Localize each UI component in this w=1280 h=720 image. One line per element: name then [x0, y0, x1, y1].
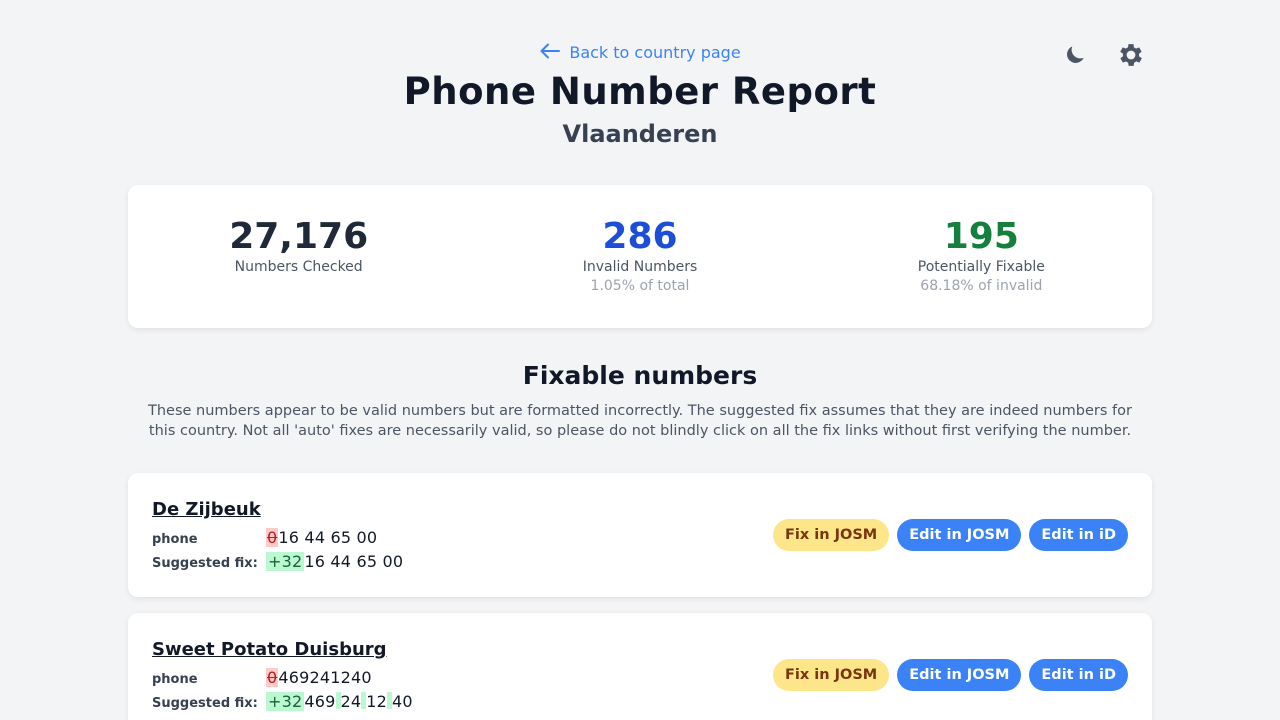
suggested-fix-row: Suggested fix: +32 469 24 12 40: [152, 692, 413, 711]
back-link-label: Back to country page: [569, 43, 741, 62]
edit-in-id-button[interactable]: Edit in iD: [1029, 519, 1128, 551]
item-actions: Fix in JOSM Edit in JOSM Edit in iD: [773, 519, 1128, 551]
stat-label: Potentially Fixable: [917, 259, 1045, 275]
phone-rest: 469241240: [278, 668, 372, 687]
suggested-fix-label: Suggested fix:: [152, 696, 258, 711]
back-to-country-link[interactable]: Back to country page: [0, 42, 1280, 63]
stat-sublabel: 68.18% of invalid: [920, 278, 1043, 294]
removed-part: 0: [266, 668, 279, 687]
section-title: Fixable numbers: [522, 361, 758, 390]
phone-row: phone 0469241240: [152, 668, 372, 687]
stat-value: 286: [602, 216, 678, 257]
stats-card: 27,176 Numbers Checked 286 Invalid Numbe…: [128, 185, 1152, 328]
stat-label: Numbers Checked: [234, 259, 363, 275]
stat-sublabel: 1.05% of total: [590, 278, 690, 294]
suggested-fix-value: +32 16 44 65 00: [266, 552, 403, 571]
fix-part: 12: [366, 692, 388, 711]
added-part: +32: [266, 552, 305, 571]
edit-in-id-button[interactable]: Edit in iD: [1029, 659, 1128, 691]
page-title: Phone Number Report: [403, 70, 877, 113]
region-subtitle: Vlaanderen: [562, 120, 718, 148]
item-name-link[interactable]: De Zijbeuk: [152, 499, 261, 520]
fix-in-josm-button[interactable]: Fix in JOSM: [773, 659, 890, 691]
stat-numbers-checked: 27,176 Numbers Checked: [128, 185, 469, 328]
stat-potentially-fixable: 195 Potentially Fixable 68.18% of invali…: [811, 185, 1152, 328]
fixable-item-card: De Zijbeuk phone 016 44 65 00 Suggested …: [128, 473, 1152, 597]
phone-label: phone: [152, 532, 198, 547]
fix-rest: 16 44 65 00: [304, 552, 404, 571]
stat-value: 27,176: [229, 216, 369, 257]
edit-in-josm-button[interactable]: Edit in JOSM: [897, 659, 1022, 691]
removed-part: 0: [266, 528, 279, 547]
arrow-left-icon: [539, 43, 561, 63]
stat-invalid-numbers: 286 Invalid Numbers 1.05% of total: [469, 185, 810, 328]
edit-in-josm-button[interactable]: Edit in JOSM: [897, 519, 1022, 551]
fix-part: 24: [340, 692, 362, 711]
item-name-link[interactable]: Sweet Potato Duisburg: [152, 639, 387, 660]
phone-value: 016 44 65 00: [266, 528, 377, 547]
phone-value: 0469241240: [266, 668, 372, 687]
fixable-item-card: Sweet Potato Duisburg phone 0469241240 S…: [128, 613, 1152, 720]
suggested-fix-value: +32 469 24 12 40: [266, 692, 413, 711]
phone-label: phone: [152, 672, 198, 687]
suggested-fix-row: Suggested fix: +32 16 44 65 00: [152, 552, 403, 571]
item-actions: Fix in JOSM Edit in JOSM Edit in iD: [773, 659, 1128, 691]
fix-part: 40: [392, 692, 413, 711]
section-description: These numbers appear to be valid numbers…: [148, 403, 1132, 439]
fix-in-josm-button[interactable]: Fix in JOSM: [773, 519, 890, 551]
added-part: +32: [266, 692, 305, 711]
stat-value: 195: [943, 216, 1019, 257]
stat-label: Invalid Numbers: [582, 259, 698, 275]
fix-part: 469: [304, 692, 336, 711]
phone-row: phone 016 44 65 00: [152, 528, 377, 547]
phone-rest: 16 44 65 00: [278, 528, 378, 547]
suggested-fix-label: Suggested fix:: [152, 556, 258, 571]
